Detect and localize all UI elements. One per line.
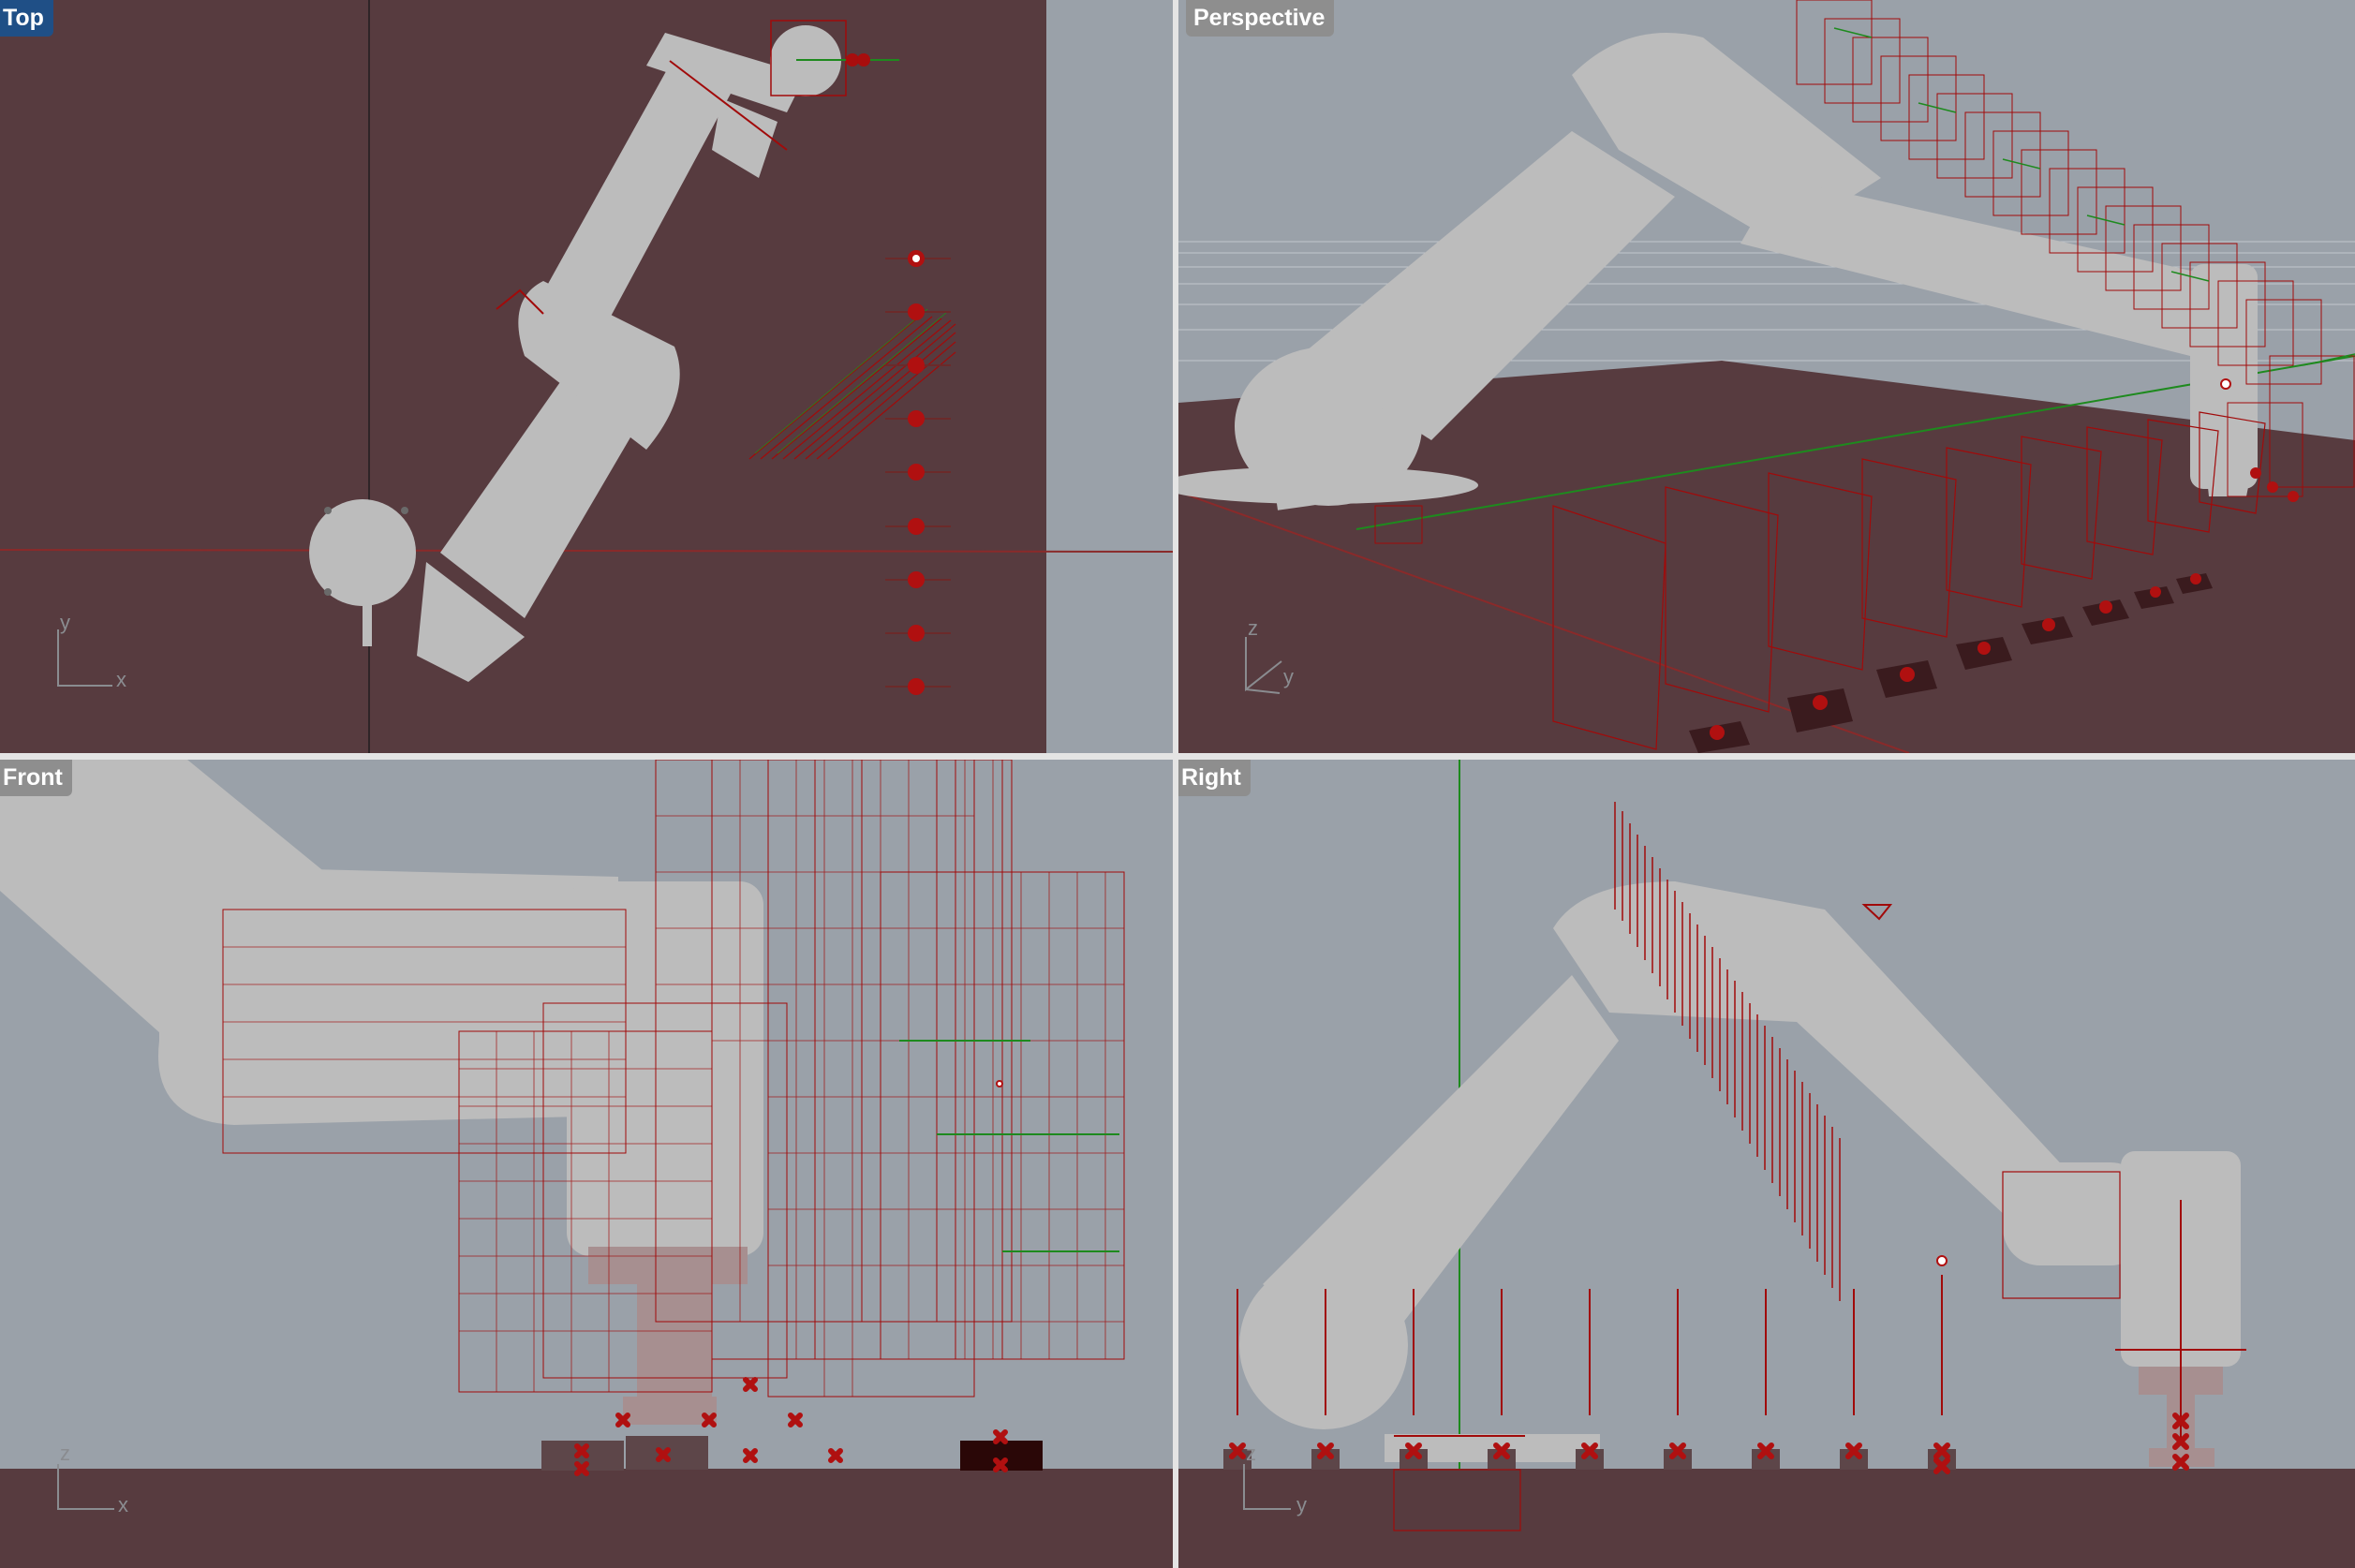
svg-text:z: z xyxy=(60,1442,70,1465)
svg-text:x: x xyxy=(116,668,126,691)
viewport-splitter-horizontal[interactable] xyxy=(0,753,2355,760)
viewport-perspective[interactable]: z y Perspective xyxy=(1178,0,2355,753)
viewport-front[interactable]: z x Front xyxy=(0,760,1173,1568)
tcp-point[interactable] xyxy=(996,1080,1003,1087)
robot-base-cable xyxy=(363,599,372,646)
viewport-top[interactable]: y x Top xyxy=(0,0,1173,753)
tool-flange[interactable] xyxy=(588,1247,748,1284)
svg-text:y: y xyxy=(60,611,70,634)
tcp-point[interactable] xyxy=(1936,1255,1948,1266)
svg-text:y: y xyxy=(1296,1493,1307,1516)
perspective-view-canvas: z y xyxy=(1178,0,2355,753)
right-view-canvas: z y xyxy=(1178,760,2355,1568)
svg-text:y: y xyxy=(1283,665,1294,688)
tcp-point[interactable] xyxy=(2220,378,2231,390)
top-view-canvas: y x xyxy=(0,0,1173,753)
ground-plane xyxy=(1178,1469,2355,1568)
front-view-canvas: z x xyxy=(0,760,1173,1568)
svg-text:z: z xyxy=(1246,1442,1256,1465)
viewport-right[interactable]: z y Right xyxy=(1178,760,2355,1568)
viewport-title-right[interactable]: Right xyxy=(1178,760,1251,796)
svg-text:z: z xyxy=(1248,616,1258,640)
viewport-title-front[interactable]: Front xyxy=(0,760,72,796)
ground-plane xyxy=(0,1469,1173,1568)
viewport-title-top[interactable]: Top xyxy=(0,0,53,37)
viewport-title-perspective[interactable]: Perspective xyxy=(1186,0,1335,37)
ground-plane xyxy=(0,0,1046,753)
svg-text:x: x xyxy=(118,1493,128,1516)
